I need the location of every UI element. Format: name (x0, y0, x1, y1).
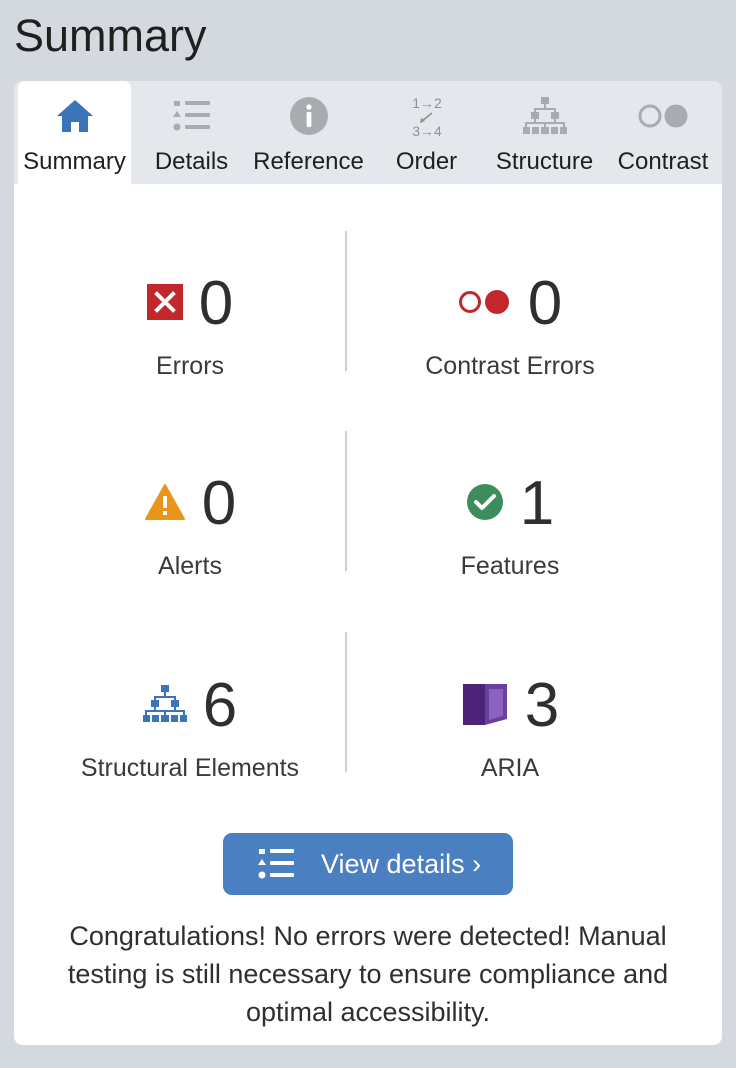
alert-icon (144, 483, 186, 526)
tab-details-label: Details (154, 148, 229, 175)
list-icon (135, 95, 248, 137)
info-icon (252, 95, 365, 137)
order-icon-top: 1→2 (412, 95, 442, 111)
list-icon (257, 847, 295, 886)
tab-summary[interactable]: Summary (18, 81, 131, 185)
error-icon (146, 283, 183, 325)
divider (345, 231, 347, 371)
tab-structure[interactable]: Structure (488, 81, 601, 184)
order-icon-bottom: 3→4 (412, 123, 442, 138)
view-details-button[interactable]: View details › (223, 833, 513, 895)
tab-details[interactable]: Details (135, 81, 248, 184)
aria-count: 3 (524, 671, 560, 740)
tab-reference[interactable]: Reference (252, 81, 365, 184)
aria-label: ARIA (480, 754, 540, 782)
aria-icon (461, 681, 509, 732)
structure-icon (488, 95, 601, 137)
tab-contrast-label: Contrast (617, 148, 709, 175)
contrast-error-icon (458, 288, 512, 321)
errors-label: Errors (155, 352, 225, 380)
alerts-label: Alerts (158, 552, 222, 580)
contrast-errors-count: 0 (527, 269, 563, 338)
tab-reference-label: Reference (253, 148, 364, 175)
tab-bar: Summary Details Reference 1→2 3→4 Order … (14, 81, 722, 185)
divider (345, 431, 347, 571)
divider (345, 632, 347, 772)
tab-order-label: Order (395, 148, 458, 175)
errors-count: 0 (198, 269, 234, 338)
home-icon (18, 95, 131, 137)
tab-contrast[interactable]: Contrast (608, 81, 718, 184)
features-count: 1 (519, 469, 555, 538)
contrast-icon (608, 95, 718, 137)
structural-elements-count: 6 (202, 671, 238, 740)
order-icon: 1→2 3→4 (370, 95, 483, 138)
result-message: Congratulations! No errors were detected… (67, 921, 669, 1027)
tab-structure-label: Structure (495, 148, 594, 175)
structure-icon (142, 684, 187, 729)
features-label: Features (460, 552, 560, 580)
structural-elements-label: Structural Elements (80, 754, 300, 782)
alerts-count: 0 (201, 469, 237, 538)
page-title: Summary (14, 10, 207, 61)
view-details-label: View details › (321, 849, 482, 879)
feature-icon (466, 483, 504, 526)
tab-order[interactable]: 1→2 3→4 Order (370, 81, 483, 184)
summary-panel: Summary Details Reference 1→2 3→4 Order … (14, 81, 722, 1045)
tab-summary-label: Summary (23, 148, 126, 175)
contrast-errors-label: Contrast Errors (425, 352, 595, 380)
